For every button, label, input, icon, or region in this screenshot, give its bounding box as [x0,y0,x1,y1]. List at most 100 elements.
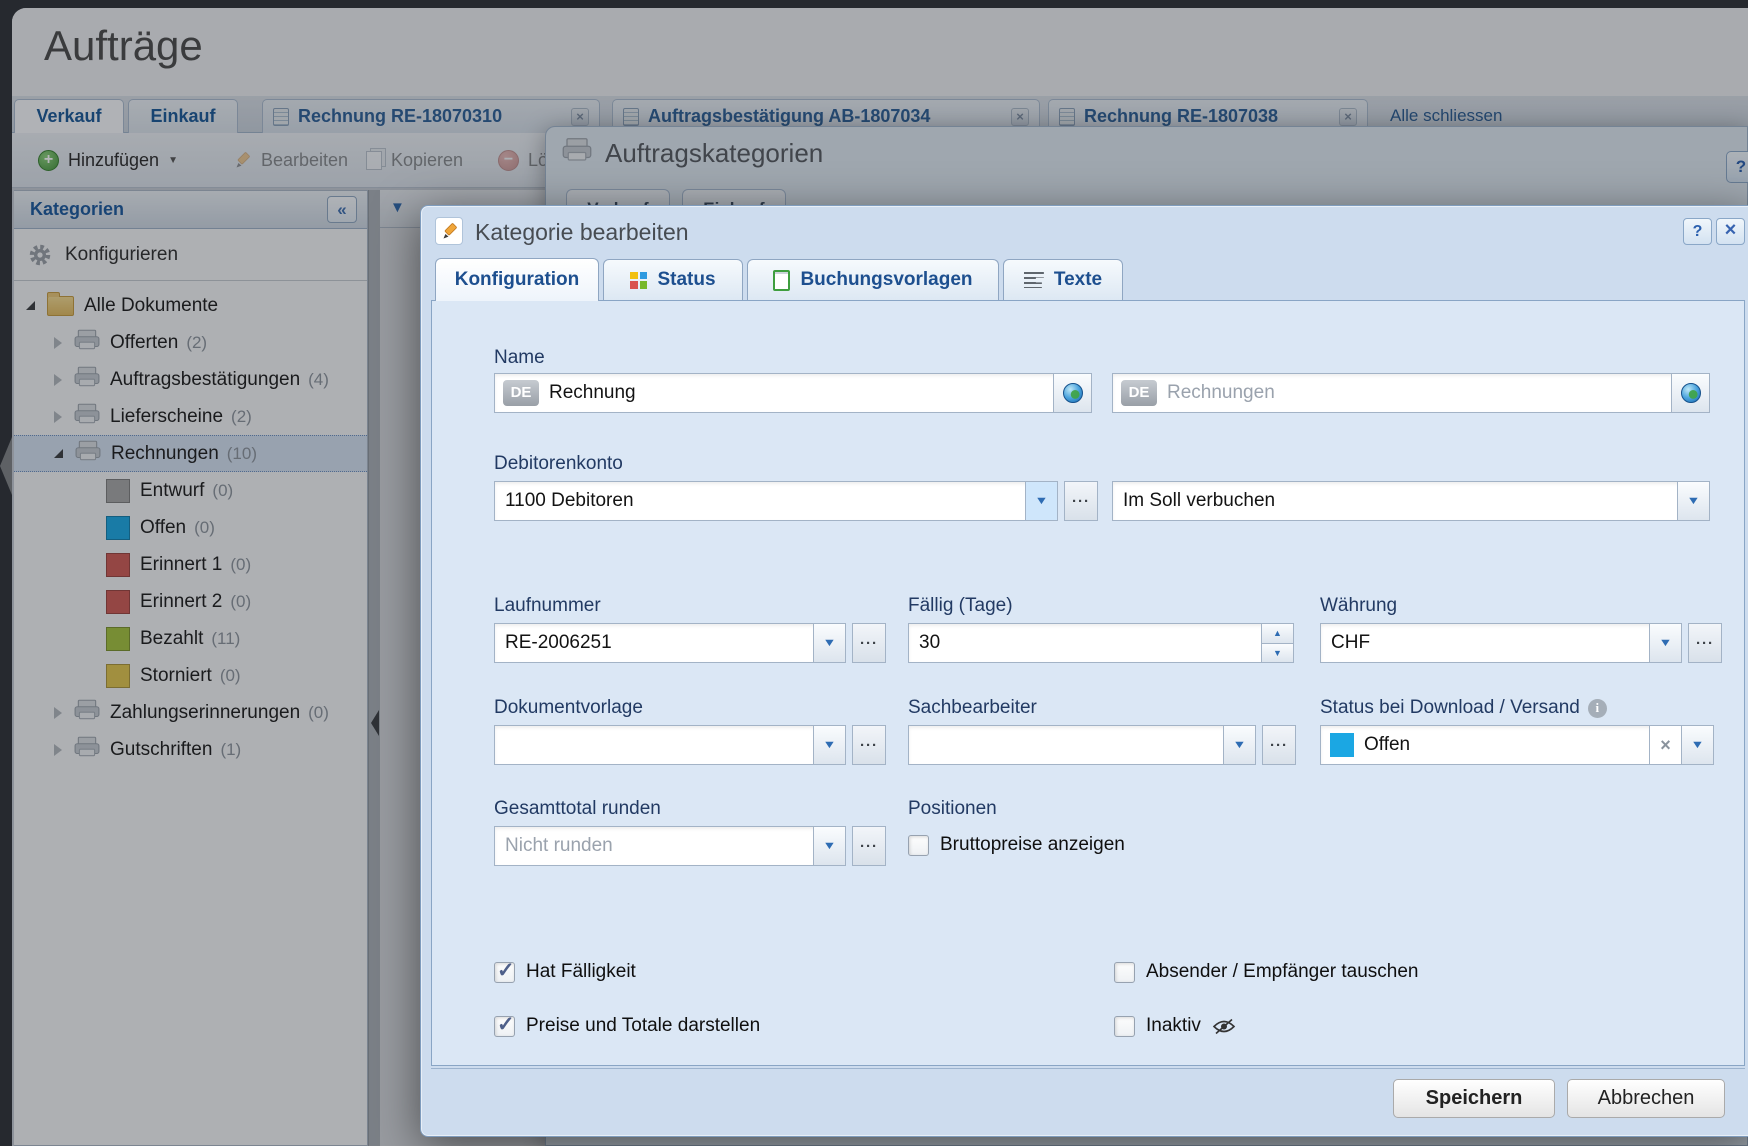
dropdown-button[interactable]: ▼ [1025,482,1057,520]
verbuchen-field-row: Im Soll verbuchen ▼ [1112,481,1710,521]
tab-status-label: Status [657,269,715,291]
hat-faelligkeit-checkbox[interactable] [494,962,515,983]
inaktiv-checkbox-row: Inaktiv [1114,1015,1236,1037]
chevron-down-icon: ▼ [1034,495,1048,507]
verbuchen-select[interactable]: Im Soll verbuchen ▼ [1112,481,1710,521]
sachbearbeiter-browse-button[interactable]: ··· [1262,725,1296,765]
preise-checkbox[interactable] [494,1016,515,1037]
dropdown-button[interactable]: ▼ [813,624,845,662]
chevron-down-icon: ▼ [1686,495,1700,507]
tab-status[interactable]: Status [603,259,743,300]
dropdown-button[interactable]: ▼ [1223,726,1255,764]
dokumentvorlage-value[interactable] [495,726,813,764]
faellig-field-row: 30 ▲ ▼ [908,623,1294,663]
debitorenkonto-field-row: 1100 Debitoren ▼ ··· [494,481,1098,521]
chevron-down-icon: ▼ [822,840,836,852]
name-plural-input[interactable]: DE Rechnungen [1112,373,1710,413]
translate-button[interactable] [1053,374,1091,412]
notepad-icon [773,270,790,291]
gesamttotal-placeholder[interactable]: Nicht runden [495,827,813,865]
inaktiv-checkbox[interactable] [1114,1016,1135,1037]
verbuchen-value[interactable]: Im Soll verbuchen [1113,482,1677,520]
absender-checkbox[interactable] [1114,962,1135,983]
tab-texte-label: Texte [1054,269,1102,291]
screen: Aufträge Verkauf Einkauf Rechnung RE-180… [0,0,1748,1146]
status-download-label-text: Status bei Download / Versand [1320,697,1580,719]
save-button[interactable]: Speichern [1393,1079,1555,1118]
name-input[interactable]: DE Rechnung [494,373,1092,413]
dropdown-button[interactable]: ▼ [1681,726,1713,764]
faellig-number-input[interactable]: 30 ▲ ▼ [908,623,1294,663]
chevron-down-icon: ▼ [822,739,836,751]
dialog-help-button[interactable]: ? [1683,218,1712,245]
inaktiv-label: Inaktiv [1146,1015,1201,1037]
waehrung-combobox[interactable]: CHF ▼ [1320,623,1682,663]
name-field-row: DE Rechnung [494,373,1092,413]
laufnummer-browse-button[interactable]: ··· [852,623,886,663]
waehrung-label: Währung [1320,595,1397,617]
gesamttotal-browse-button[interactable]: ··· [852,826,886,866]
name-value[interactable]: Rechnung [539,374,1053,412]
dropdown-button[interactable]: ▼ [813,726,845,764]
clear-x-icon: × [1660,735,1671,756]
debitorenkonto-label: Debitorenkonto [494,453,623,475]
dropdown-button[interactable]: ▼ [1677,482,1709,520]
name-plural-value[interactable]: Rechnungen [1157,374,1671,412]
positionen-label: Positionen [908,798,997,820]
absender-checkbox-row: Absender / Empfänger tauschen [1114,961,1419,983]
status-download-value[interactable]: Offen [1354,726,1649,764]
sachbearbeiter-field-row: ▼ ··· [908,725,1296,765]
dropdown-button[interactable]: ▼ [1649,624,1681,662]
waehrung-field-row: CHF ▼ ··· [1320,623,1722,663]
preise-checkbox-row: Preise und Totale darstellen [494,1015,760,1037]
kategorie-bearbeiten-dialog: Kategorie bearbeiten ? × Konfiguration S… [420,205,1748,1137]
status-download-select[interactable]: Offen × ▼ [1320,725,1714,765]
tab-konfiguration[interactable]: Konfiguration [435,258,599,301]
eye-slash-icon [1212,1018,1236,1035]
translate-button[interactable] [1671,374,1709,412]
konfiguration-form: Name DE Rechnung DE Rechnungen Debitoren… [431,300,1745,1066]
chevron-down-icon: ▼ [1658,637,1672,649]
sachbearbeiter-value[interactable] [909,726,1223,764]
tab-texte[interactable]: Texte [1003,259,1123,300]
bruttopreise-checkbox-row: Bruttopreise anzeigen [908,834,1125,856]
status-download-field-row: Offen × ▼ [1320,725,1714,765]
tab-buchungsvorlagen[interactable]: Buchungsvorlagen [747,259,999,300]
spinner-down-icon[interactable]: ▼ [1262,643,1293,663]
edit-pencil-icon [435,217,463,245]
cancel-button[interactable]: Abbrechen [1567,1079,1725,1118]
debitorenkonto-browse-button[interactable]: ··· [1064,481,1098,521]
info-icon[interactable]: i [1588,699,1607,718]
debitorenkonto-combobox[interactable]: 1100 Debitoren ▼ [494,481,1058,521]
clear-button[interactable]: × [1649,726,1681,764]
chevron-down-icon: ▼ [1690,739,1704,751]
chevron-down-icon: ▼ [822,637,836,649]
dokumentvorlage-combobox[interactable]: ▼ [494,725,846,765]
gesamttotal-combobox[interactable]: Nicht runden ▼ [494,826,846,866]
spinner-up-icon[interactable]: ▲ [1262,624,1293,643]
gesamttotal-label: Gesamttotal runden [494,798,661,820]
gesamttotal-field-row: Nicht runden ▼ ··· [494,826,886,866]
sachbearbeiter-label: Sachbearbeiter [908,697,1037,719]
dialog-close-button[interactable]: × [1716,218,1745,245]
debitorenkonto-value[interactable]: 1100 Debitoren [495,482,1025,520]
absender-label: Absender / Empfänger tauschen [1146,961,1419,983]
name-label: Name [494,347,545,369]
name-plural-field-row: DE Rechnungen [1112,373,1710,413]
dialog-title: Kategorie bearbeiten [475,219,689,246]
dokumentvorlage-label: Dokumentvorlage [494,697,643,719]
laufnummer-combobox[interactable]: RE-2006251 ▼ [494,623,846,663]
waehrung-value[interactable]: CHF [1321,624,1649,662]
laufnummer-field-row: RE-2006251 ▼ ··· [494,623,886,663]
laufnummer-value[interactable]: RE-2006251 [495,624,813,662]
sachbearbeiter-combobox[interactable]: ▼ [908,725,1256,765]
status-color-swatch [1330,733,1354,757]
faellig-value[interactable]: 30 [909,624,1261,662]
dokumentvorlage-browse-button[interactable]: ··· [852,725,886,765]
dialog-footer: Speichern Abbrechen [431,1068,1745,1128]
dropdown-button[interactable]: ▼ [813,827,845,865]
waehrung-browse-button[interactable]: ··· [1688,623,1722,663]
bruttopreise-checkbox[interactable] [908,835,929,856]
number-spinner[interactable]: ▲ ▼ [1261,624,1293,662]
text-lines-icon [1024,272,1044,288]
